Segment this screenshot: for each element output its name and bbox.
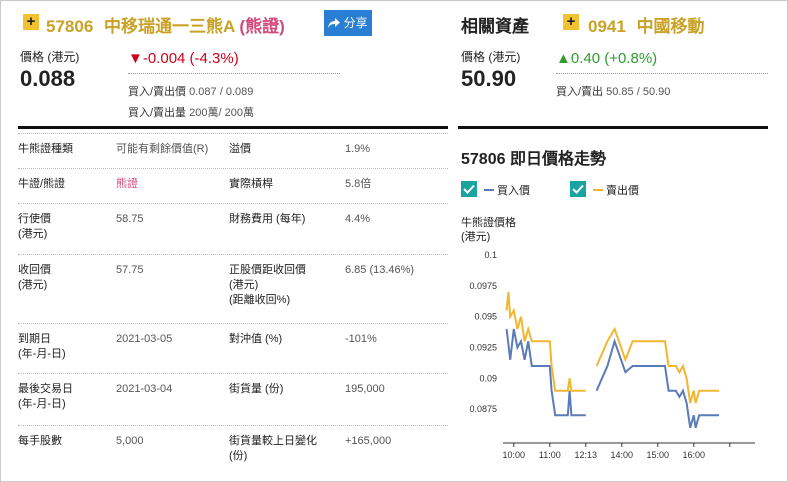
table-cell-k1: 最後交易日 (年-月-日) (18, 383, 73, 410)
table-cell-v2: 6.85 (13.46%) (345, 264, 415, 276)
price-label: 價格 (港元) (20, 50, 80, 64)
table-cell-k1: 每手股數 (18, 435, 62, 447)
y-tick-label: 0.09 (479, 373, 497, 383)
volume-row: 買入/賣出量 200萬/ 200萬 (128, 104, 254, 120)
stock-code: 0941 (588, 17, 626, 36)
bid-legend-swatch (484, 189, 494, 191)
table-cell-k1: 收回價 (港元) (18, 264, 51, 291)
add-watchlist-icon[interactable]: + (563, 14, 579, 30)
table-cell-v2: 4.4% (345, 213, 371, 225)
table-cell-k2: 財務費用 (每年) (229, 213, 306, 225)
bid-checkbox[interactable] (461, 181, 477, 197)
table-cell-v1: 2021-03-05 (116, 333, 173, 345)
table-row: 行使價 (港元) 58.75 財務費用 (每年) 4.4% (18, 203, 448, 255)
table-cell-v2: 195,000 (345, 383, 385, 395)
share-icon (328, 18, 341, 28)
ask-legend-label: 賣出價 (606, 185, 639, 197)
y-tick-label: 0.095 (474, 312, 497, 322)
volume-label: 買入/賣出量 (128, 107, 187, 119)
table-row: 收回價 (港元) 57.75 正股價距收回價 (港元) (距離收回%) 6.85 (1… (18, 254, 448, 324)
table-cell-v2: +165,000 (345, 435, 392, 447)
y-tick-label: 0.0925 (469, 343, 497, 353)
table-cell-v1: 57.75 (116, 264, 144, 276)
stock-bid-ask-value: 50.85 / 50.90 (606, 86, 671, 98)
y-tick-label: 0.0875 (469, 404, 497, 414)
table-cell-k2: 對沖值 (%) (229, 333, 283, 345)
divider (128, 73, 340, 74)
stock-price: 50.90 (461, 66, 517, 91)
table-cell-k1: 牛熊證種類 (18, 143, 73, 155)
table-cell-v1: 熊證 (116, 178, 138, 190)
ask-legend-swatch (593, 189, 603, 191)
stock-bid-ask-row: 買入/賣出 50.85 / 50.90 (556, 83, 670, 99)
table-row: 牛證/熊證 熊證 實際槓桿 5.8倍 (18, 168, 448, 204)
table-cell-k2: 實際槓桿 (229, 178, 273, 190)
stock-price-label: 價格 (港元) (461, 50, 521, 64)
stock-change: ▲0.40 (+0.8%) (556, 50, 658, 67)
y-tick-label: 0.0975 (469, 281, 497, 291)
y-tick-label: 0.1 (484, 250, 497, 260)
table-cell-k1: 牛證/熊證 (18, 178, 66, 190)
table-cell-k2: 街貨量 (份) (229, 383, 284, 395)
series-line-bid (595, 338, 719, 428)
bid-legend-label: 買入價 (497, 185, 530, 197)
bid-ask-value: 0.087 / 0.089 (189, 86, 254, 98)
divider (556, 73, 768, 74)
table-cell-v2: 5.8倍 (345, 178, 372, 190)
warrant-code: 57806 (46, 17, 94, 36)
check-icon (572, 184, 584, 194)
share-label: 分享 (343, 16, 368, 30)
stock-name: 中國移動 (636, 17, 705, 36)
table-cell-k2: 溢價 (229, 143, 251, 155)
table-cell-v2: -101% (345, 333, 377, 345)
warrant-title: 57806 中移瑞通一三熊A (熊證) (46, 12, 285, 37)
x-tick-label: 16:00 (683, 450, 706, 460)
x-tick-label: 14:00 (611, 450, 634, 460)
check-icon (463, 184, 475, 194)
x-tick-label: 11:00 (539, 450, 561, 460)
warrant-tag: (熊證) (239, 17, 285, 36)
x-tick-label: 12:13 (575, 450, 598, 460)
add-watchlist-icon[interactable]: + (23, 14, 39, 30)
section-divider (18, 126, 448, 129)
table-row: 到期日 (年-月-日) 2021-03-05 對沖值 (%) -101% (18, 323, 448, 374)
ask-checkbox[interactable] (570, 181, 586, 197)
table-cell-k1: 行使價 (港元) (18, 213, 51, 240)
table-cell-v1: 58.75 (116, 213, 144, 225)
table-cell-k2: 街貨量較上日變化 (份) (229, 435, 317, 462)
table-row: 牛熊證種類 可能有剩餘價值(R) 溢價 1.9% (18, 133, 448, 169)
series-line-ask (505, 291, 586, 392)
volume-value: 200萬/ 200萬 (189, 107, 254, 119)
table-cell-v2: 1.9% (345, 143, 371, 155)
stock-bid-ask-label: 買入/賣出 (556, 86, 604, 98)
x-tick-label: 10:00 (503, 450, 526, 460)
section-divider (458, 126, 768, 129)
related-asset-label: 相關資產 (461, 17, 529, 36)
share-button[interactable]: 分享 (324, 10, 372, 36)
warrant-price: 0.088 (20, 66, 76, 91)
x-tick-label: 15:00 (647, 450, 670, 460)
table-cell-v1: 可能有剩餘價值(R) (116, 143, 209, 155)
warrant-change: ▼-0.004 (-4.3%) (128, 50, 239, 67)
table-cell-k1: 到期日 (年-月-日) (18, 333, 66, 360)
price-trend-chart: 0.1 0.0975 0.095 0.0925 0.09 0.0875 10:00 11:00… (469, 250, 755, 460)
chart-title: 57806 即日價格走勢 (461, 151, 606, 168)
warrant-name: 中移瑞通一三熊A (104, 17, 235, 36)
table-cell-v1: 5,000 (116, 435, 144, 447)
bid-ask-label: 買入/賣出價 (128, 86, 187, 98)
table-row: 每手股數 5,000 街貨量較上日變化 (份) +165,000 (18, 425, 448, 471)
chart-ylabel: 牛熊證價格 (港元) (461, 217, 516, 243)
table-cell-v1: 2021-03-04 (116, 383, 173, 395)
table-cell-k2: 正股價距收回價 (港元) (距離收回%) (229, 264, 306, 306)
table-row: 最後交易日 (年-月-日) 2021-03-04 街貨量 (份) 195,000 (18, 373, 448, 426)
stock-title: 0941 中國移動 (588, 12, 705, 37)
bid-ask-row: 買入/賣出價 0.087 / 0.089 (128, 83, 253, 99)
